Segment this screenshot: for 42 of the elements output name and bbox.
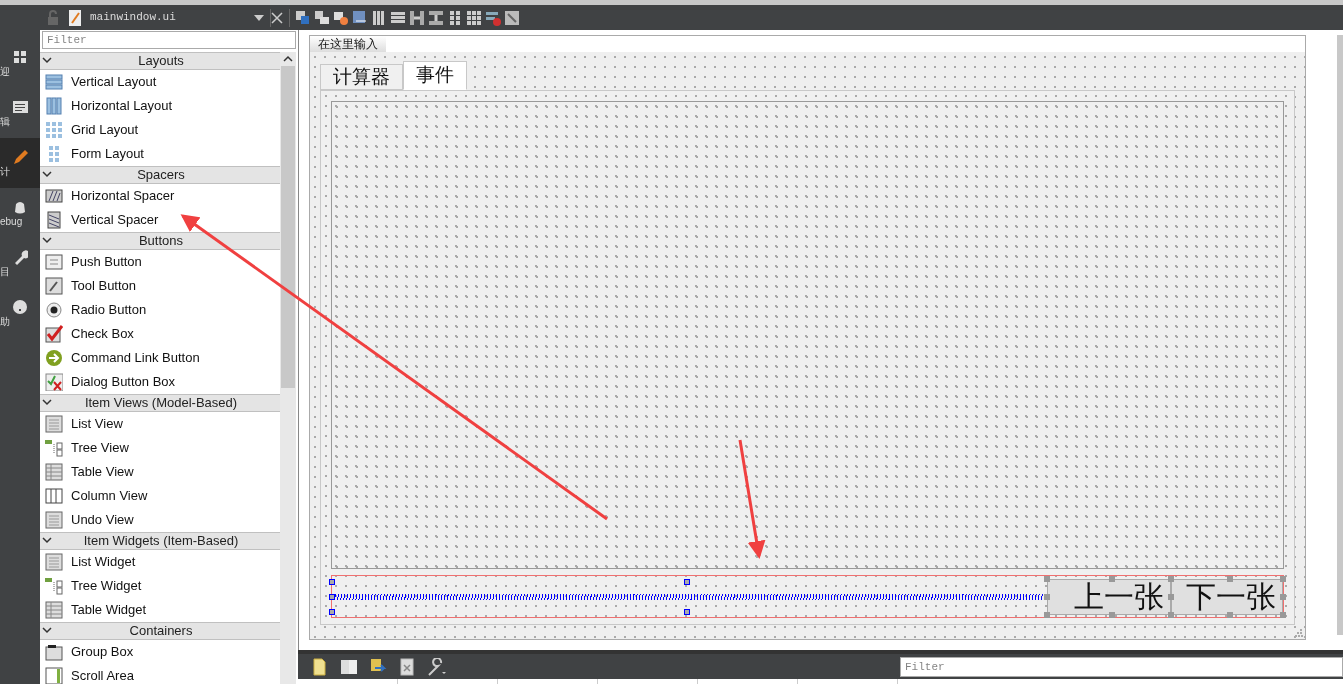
widget-item[interactable]: Horizontal Spacer xyxy=(40,184,280,208)
widget-item[interactable]: Scroll Area xyxy=(40,664,280,684)
push-button[interactable]: 上一张 xyxy=(1047,578,1171,615)
widget-item[interactable]: Table Widget xyxy=(40,598,280,622)
widget-item[interactable]: Command Link Button xyxy=(40,346,280,370)
widget-item[interactable]: Undo View xyxy=(40,508,280,532)
widget-item[interactable]: Push Button xyxy=(40,250,280,274)
category-header[interactable]: Item Views (Model-Based) xyxy=(40,394,280,412)
widget-item[interactable]: Tool Button xyxy=(40,274,280,298)
push-button[interactable]: 下一张 xyxy=(1171,578,1283,615)
mode-button[interactable]: 迎 xyxy=(0,38,40,88)
mode-button[interactable]: 助 xyxy=(0,288,40,338)
widget-item[interactable]: Grid Layout xyxy=(40,118,280,142)
file-name[interactable]: mainwindow.ui xyxy=(90,9,254,26)
category-header[interactable]: Buttons xyxy=(40,232,280,250)
widget-item[interactable]: Table View xyxy=(40,460,280,484)
mode-button[interactable]: ebug xyxy=(0,188,40,238)
widget-item[interactable]: Tree View xyxy=(40,436,280,460)
widget-item[interactable]: Horizontal Layout xyxy=(40,94,280,118)
widget-item[interactable]: Vertical Layout xyxy=(40,70,280,94)
category-header[interactable]: Spacers xyxy=(40,166,280,184)
widget-item[interactable]: List Widget xyxy=(40,550,280,574)
widget-item[interactable]: List View xyxy=(40,412,280,436)
category-header[interactable]: Containers xyxy=(40,622,280,640)
widget-item[interactable]: Column View xyxy=(40,484,280,508)
widget-item[interactable]: Radio Button xyxy=(40,298,280,322)
widget-item[interactable]: Vertical Spacer xyxy=(40,208,280,232)
widget-item[interactable]: Check Box xyxy=(40,322,280,346)
filter-field[interactable]: Filter xyxy=(42,31,296,49)
mode-button[interactable]: 辑 xyxy=(0,88,40,138)
widget-item[interactable]: Group Box xyxy=(40,640,280,664)
widget-item[interactable]: Dialog Button Box xyxy=(40,370,280,394)
mode-button[interactable]: 计 xyxy=(0,138,40,188)
tab[interactable]: 事件 xyxy=(403,61,467,90)
widget-item[interactable]: Tree Widget xyxy=(40,574,280,598)
menu-placeholder[interactable]: 在这里输入 xyxy=(310,36,386,52)
category-header[interactable]: Item Widgets (Item-Based) xyxy=(40,532,280,550)
mode-button[interactable]: 目 xyxy=(0,238,40,288)
tab[interactable]: 计算器 xyxy=(320,64,403,90)
filter-field[interactable]: Filter xyxy=(900,656,1343,677)
widget-item[interactable]: Form Layout xyxy=(40,142,280,166)
category-header[interactable]: Layouts xyxy=(40,52,280,70)
